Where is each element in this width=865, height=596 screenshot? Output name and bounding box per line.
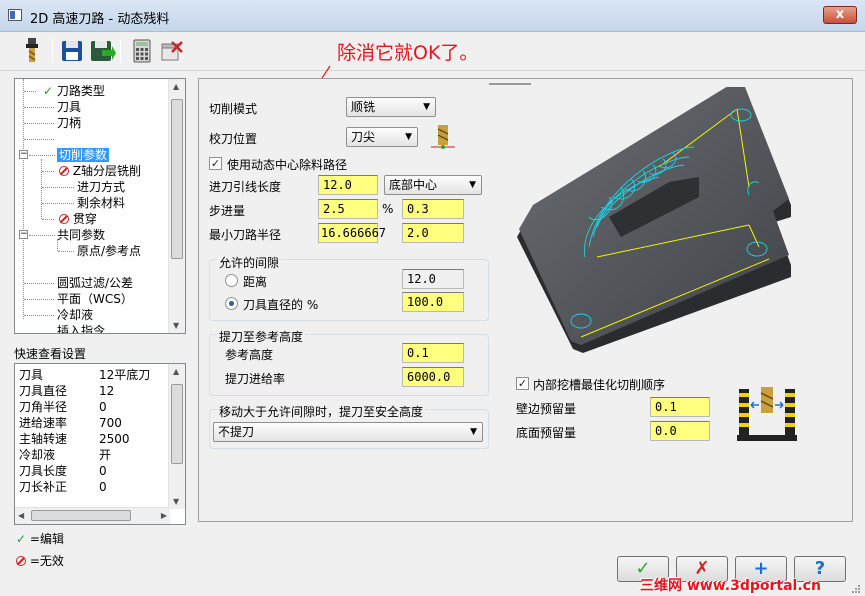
tree-item-tool[interactable]: 刀具 bbox=[57, 99, 81, 115]
move-over-label: 移动大于允许间隙时，提刀至安全高度 bbox=[217, 403, 426, 420]
gap-diameter-input[interactable]: 100.0 bbox=[402, 292, 464, 312]
lead-position-select[interactable]: 底部中心 ▼ bbox=[384, 175, 482, 195]
stepover-value-input[interactable]: 0.3 bbox=[402, 199, 464, 219]
disabled-icon bbox=[59, 166, 69, 176]
floor-stock-input[interactable]: 0.0 bbox=[650, 421, 710, 441]
toolpath-preview bbox=[517, 87, 791, 353]
annotation-text: 除消它就OK了。 bbox=[337, 42, 479, 64]
tree-item-arc-filter[interactable]: 圆弧过滤/公差 bbox=[57, 275, 133, 291]
quick-view-panel: 刀具 12平底刀 刀具直径 12 刀角半径 0 进给速率 700 主轴转速 2500 冷却… bbox=[14, 363, 186, 525]
quick-view-hscrollbar[interactable]: ◀ ▶ bbox=[15, 507, 170, 524]
parameter-tree: ✓ 刀路类型 刀具 刀柄 − 切削参数 Z轴分层铣削 进刀方式 剩余材料 贯穿 … bbox=[14, 78, 186, 334]
legend-disabled: =无效 bbox=[16, 552, 64, 569]
move-over-select[interactable]: 不提刀 ▼ bbox=[213, 422, 483, 442]
gap-distance-radio[interactable] bbox=[225, 274, 238, 287]
tree-item-rest-material[interactable]: 剩余材料 bbox=[77, 195, 125, 211]
stock-diagram-icon bbox=[737, 387, 797, 441]
tree-item-entry-method[interactable]: 进刀方式 bbox=[77, 179, 125, 195]
tree-scrollbar[interactable]: ▲ ▼ bbox=[168, 79, 185, 333]
use-dynamic-label: 使用动态中心除料路径 bbox=[227, 158, 348, 172]
min-radius-label: 最小刀路半径 bbox=[209, 228, 282, 242]
watermark: 三维网 www.3dportal.cn bbox=[640, 578, 821, 594]
gap-distance-label: 距离 bbox=[243, 275, 268, 289]
floor-stock-label: 底面预留量 bbox=[516, 426, 577, 440]
cut-mode-select[interactable]: 顺铣 ▼ bbox=[346, 97, 436, 117]
app-icon bbox=[8, 9, 22, 21]
stepover-label: 步进量 bbox=[209, 204, 246, 218]
window-title: 2D 高速刀路 - 动态残料 bbox=[30, 12, 170, 27]
close-button[interactable]: x bbox=[823, 6, 857, 24]
tree-item-break-through[interactable]: 贯穿 bbox=[59, 211, 97, 227]
retract-group-title: 提刀至参考高度 bbox=[217, 328, 306, 345]
gap-diameter-radio[interactable] bbox=[225, 297, 238, 310]
wall-stock-label: 壁边预留量 bbox=[516, 402, 577, 416]
tree-item-linking-params[interactable]: 共同参数 bbox=[57, 227, 105, 243]
tree-item-depth-cuts[interactable]: Z轴分层铣削 bbox=[59, 163, 141, 179]
cut-parameters-panel: 切削模式 顺铣 ▼ 校刀位置 刀尖 ▼ ✓ 使用动态中心除料路径 进刀引线长度 12… bbox=[198, 78, 853, 522]
tool-tip-icon bbox=[431, 125, 455, 149]
gap-group-title: 允许的间隙 bbox=[217, 254, 282, 271]
cut-mode-label: 切削模式 bbox=[209, 102, 258, 116]
tree-item-coolant[interactable]: 冷却液 bbox=[57, 307, 93, 323]
check-icon: ✓ bbox=[43, 84, 54, 98]
check-icon: ✓ bbox=[16, 532, 27, 546]
disabled-icon bbox=[16, 556, 26, 566]
tree-item-cut-params[interactable]: 切削参数 bbox=[57, 147, 110, 163]
optimize-label: 内部挖槽最佳化切削顺序 bbox=[533, 378, 666, 392]
toolbar-separator bbox=[52, 39, 53, 63]
resize-grip-icon[interactable] bbox=[851, 584, 861, 594]
retract-feed-input[interactable]: 6000.0 bbox=[402, 367, 464, 387]
collapse-icon[interactable]: − bbox=[19, 150, 28, 159]
calculator-icon[interactable] bbox=[128, 36, 156, 66]
ref-height-input[interactable]: 0.1 bbox=[402, 343, 464, 363]
disabled-icon bbox=[59, 214, 69, 224]
tool-position-label: 校刀位置 bbox=[209, 132, 258, 146]
min-radius-percent-input[interactable]: 16.666667 bbox=[318, 223, 386, 243]
quick-view-title: 快速查看设置 bbox=[14, 347, 87, 361]
legend-edit: ✓ =编辑 bbox=[16, 532, 64, 546]
panel-divider bbox=[489, 83, 531, 85]
ref-height-label: 参考高度 bbox=[225, 348, 274, 362]
stepover-percent-input[interactable]: 2.5 bbox=[318, 199, 378, 219]
use-dynamic-checkbox[interactable]: ✓ bbox=[209, 157, 222, 170]
tree-item-holder[interactable]: 刀柄 bbox=[57, 115, 81, 131]
lead-length-input[interactable]: 12.0 bbox=[318, 175, 378, 195]
lead-length-label: 进刀引线长度 bbox=[209, 180, 282, 194]
tree-item-insert-code[interactable]: 插入指令 bbox=[57, 323, 105, 333]
tree-item-toolpath-type[interactable]: ✓ 刀路类型 bbox=[43, 83, 105, 99]
save-icon[interactable] bbox=[58, 36, 86, 66]
collapse-icon[interactable]: − bbox=[19, 230, 28, 239]
tree-item-plane-wcs[interactable]: 平面（WCS） bbox=[57, 291, 133, 307]
toolbar-separator bbox=[120, 39, 121, 63]
percent-sign: % bbox=[382, 202, 394, 216]
retract-feed-label: 提刀进给率 bbox=[225, 372, 286, 386]
save-green-icon[interactable] bbox=[88, 36, 116, 66]
optimize-checkbox[interactable]: ✓ bbox=[516, 377, 529, 390]
min-radius-value-input[interactable]: 2.0 bbox=[402, 223, 464, 243]
wall-stock-input[interactable]: 0.1 bbox=[650, 397, 710, 417]
gap-diameter-label: 刀具直径的 % bbox=[243, 298, 319, 312]
delete-icon[interactable] bbox=[158, 36, 186, 66]
tool-icon[interactable] bbox=[18, 36, 46, 66]
tool-position-select[interactable]: 刀尖 ▼ bbox=[346, 127, 418, 147]
quick-view-vscrollbar[interactable]: ▲ ▼ bbox=[168, 364, 185, 509]
tree-item-home-ref[interactable]: 原点/参考点 bbox=[77, 243, 141, 259]
gap-distance-input[interactable]: 12.0 bbox=[402, 269, 464, 289]
